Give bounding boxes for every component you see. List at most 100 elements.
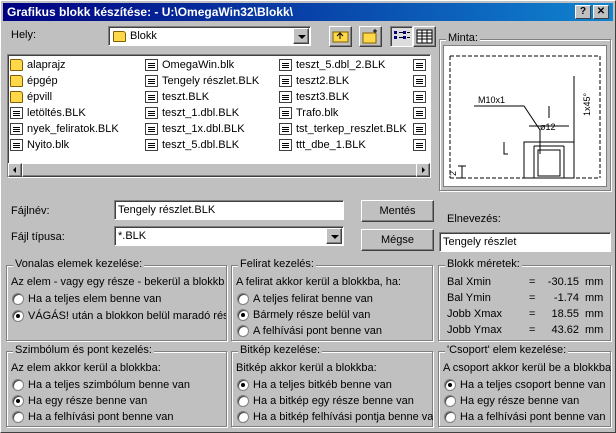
fajltipus-label: Fájl típusa: <box>11 231 65 243</box>
file-column-3: teszt_5.dbl_2.BLK teszt2.BLK teszt3.BLK Tra… <box>279 57 407 153</box>
file-list-item[interactable]: teszt_1x.dbl.BLK <box>145 121 259 137</box>
file-name: Trafo.blk <box>296 107 339 119</box>
file-icon <box>145 59 158 71</box>
file-list-item[interactable]: letöltés.BLK <box>10 105 119 121</box>
bitkep-opt3-radio[interactable]: Ha a bitkép felhívási pontja benne van <box>237 410 433 424</box>
cancel-button[interactable]: Mégse <box>361 229 434 251</box>
help-button[interactable]: ? <box>575 5 591 19</box>
csoport-opt3-radio[interactable]: Ha a felhívási pont benne van <box>444 410 606 424</box>
szimbolum-opt2-radio[interactable]: Ha egy része benne van <box>12 394 147 408</box>
file-list[interactable]: alaprajz épgép épvill letöltés.BLK nyek_feli… <box>7 54 431 178</box>
file-icon <box>413 123 426 135</box>
file-icon <box>413 107 426 119</box>
dialog-window: Grafikus blokk készítése: - U:\OmegaWin3… <box>0 0 616 433</box>
bitkep-opt2-radio[interactable]: Ha a bitkép egy része benne van <box>237 394 414 408</box>
file-list-item[interactable]: teszt.BLK <box>145 89 259 105</box>
scrollbar-thumb[interactable] <box>22 163 422 177</box>
file-list-item[interactable]: Nyito.blk <box>10 137 119 153</box>
file-list-item[interactable]: teszt3.BLK <box>279 89 407 105</box>
file-name: teszt2.BLK <box>296 75 350 87</box>
list-view-button[interactable] <box>390 26 413 47</box>
radio-icon <box>12 411 24 423</box>
horizontal-scrollbar[interactable] <box>8 163 430 177</box>
radio-icon <box>237 395 249 407</box>
meret-label: Bal Ymin <box>447 292 491 304</box>
file-icon <box>413 139 426 151</box>
meret-equals: = <box>529 324 536 336</box>
meret-unit: mm <box>585 292 604 304</box>
file-name: Nyito.blk <box>27 139 70 151</box>
chevron-down-icon[interactable] <box>293 28 309 44</box>
meret-label: Jobb Ymax <box>447 324 502 336</box>
file-list-item[interactable]: OmegaWin.blk <box>145 57 259 73</box>
new-folder-button[interactable] <box>359 26 382 47</box>
bitkep-title: Bitkép kezelése: <box>238 344 323 356</box>
file-list-item[interactable]: alaprajz <box>10 57 119 73</box>
file-name: ttt_dbe_1.BLK <box>296 139 366 151</box>
radio-selected-icon <box>12 310 24 322</box>
details-view-button[interactable] <box>413 26 436 47</box>
file-list-item[interactable]: Trafo.blk <box>279 105 407 121</box>
close-button[interactable]: ✕ <box>593 5 609 19</box>
file-name: OmegaWin.blk <box>162 59 235 71</box>
csoport-opt1-radio[interactable]: Ha a teljes csoport benne van <box>444 378 606 392</box>
file-icon <box>10 107 23 119</box>
file-name: teszt3.BLK <box>296 91 350 103</box>
elnevezes-input[interactable]: Tengely részlet <box>439 232 611 252</box>
meret-value: -30.15 <box>547 276 579 288</box>
felirat-opt3-radio[interactable]: A felhívási pont benne van <box>237 324 382 338</box>
file-icon <box>279 139 292 151</box>
file-icon <box>413 75 426 87</box>
fajlnev-value: Tengely részlet.BLK <box>118 204 216 216</box>
meret-value: 43.62 <box>551 324 579 336</box>
bitkep-opt1-radio[interactable]: Ha a teljes bitkéb benne van <box>237 378 392 392</box>
fajltipus-combobox[interactable]: *.BLK <box>114 226 344 246</box>
file-list-item[interactable]: teszt_1.dbl.BLK <box>145 105 259 121</box>
file-list-item[interactable]: teszt_5.dbl_2.BLK <box>279 57 407 73</box>
vonalas-opt1-radio[interactable]: Ha a teljes elem benne van <box>12 292 161 306</box>
file-list-item[interactable]: ttt_dbe_1.BLK <box>279 137 407 153</box>
csoport-title: 'Csoport' elem kezelése: <box>445 344 569 356</box>
file-list-item[interactable]: tst_terkep_reszlet.BLK <box>279 121 407 137</box>
radio-icon <box>237 325 249 337</box>
csoport-opt2-radio[interactable]: Ha egy része benne van <box>444 394 579 408</box>
file-list-item[interactable]: teszt_5.dbl.BLK <box>145 137 259 153</box>
hely-combobox[interactable]: Blokk <box>108 26 311 46</box>
file-icon <box>145 123 158 135</box>
radio-icon <box>237 293 249 305</box>
meret-unit: mm <box>585 308 604 320</box>
file-name: nyek_feliratok.BLK <box>27 123 119 135</box>
file-list-item[interactable]: épvill <box>10 89 119 105</box>
scroll-left-icon[interactable] <box>8 163 22 177</box>
up-folder-button[interactable] <box>329 26 352 47</box>
file-icon <box>413 59 426 71</box>
hely-value: Blokk <box>130 30 157 42</box>
file-list-item[interactable]: teszt2.BLK <box>279 73 407 89</box>
szimbolum-opt1-radio[interactable]: Ha a teljes szimbólum benne van <box>12 378 190 392</box>
csoport-desc: A csoport akkor kerül be a blokkba <box>443 362 611 374</box>
vonalas-opt2-radio[interactable]: VÁGÁS! után a blokkon belül maradó rész <box>12 309 226 323</box>
folder-icon <box>113 31 126 42</box>
scroll-right-icon[interactable] <box>416 163 430 177</box>
file-name: teszt_5.dbl.BLK <box>162 139 240 151</box>
list-view-icon <box>394 31 410 39</box>
fajlnev-input[interactable]: Tengely részlet.BLK <box>114 200 344 220</box>
title-bar: Grafikus blokk készítése: - U:\OmegaWin3… <box>3 3 613 21</box>
szimbolum-opt3-radio[interactable]: Ha a felhívási pont benne van <box>12 410 174 424</box>
up-folder-icon <box>332 31 349 43</box>
save-button[interactable]: Mentés <box>361 200 434 222</box>
file-column-1: alaprajz épgép épvill letöltés.BLK nyek_feli… <box>10 57 119 153</box>
file-list-item[interactable]: nyek_feliratok.BLK <box>10 121 119 137</box>
chevron-down-icon[interactable] <box>326 228 342 244</box>
file-name: tst_terkep_reszlet.BLK <box>296 123 407 135</box>
meret-label: Bal Xmin <box>447 276 492 288</box>
radio-icon <box>444 411 456 423</box>
felirat-opt2-radio[interactable]: Bármely része belül van <box>237 308 370 322</box>
fajltipus-value: *.BLK <box>118 230 147 242</box>
file-name: teszt_1.dbl.BLK <box>162 107 240 119</box>
file-list-item[interactable]: épgép <box>10 73 119 89</box>
file-list-item[interactable]: Tengely részlet.BLK <box>145 73 259 89</box>
felirat-opt1-radio[interactable]: A teljes felirat benne van <box>237 292 373 306</box>
hely-label: Hely: <box>11 29 37 41</box>
felirat-title: Felirat kezelés: <box>238 258 316 270</box>
